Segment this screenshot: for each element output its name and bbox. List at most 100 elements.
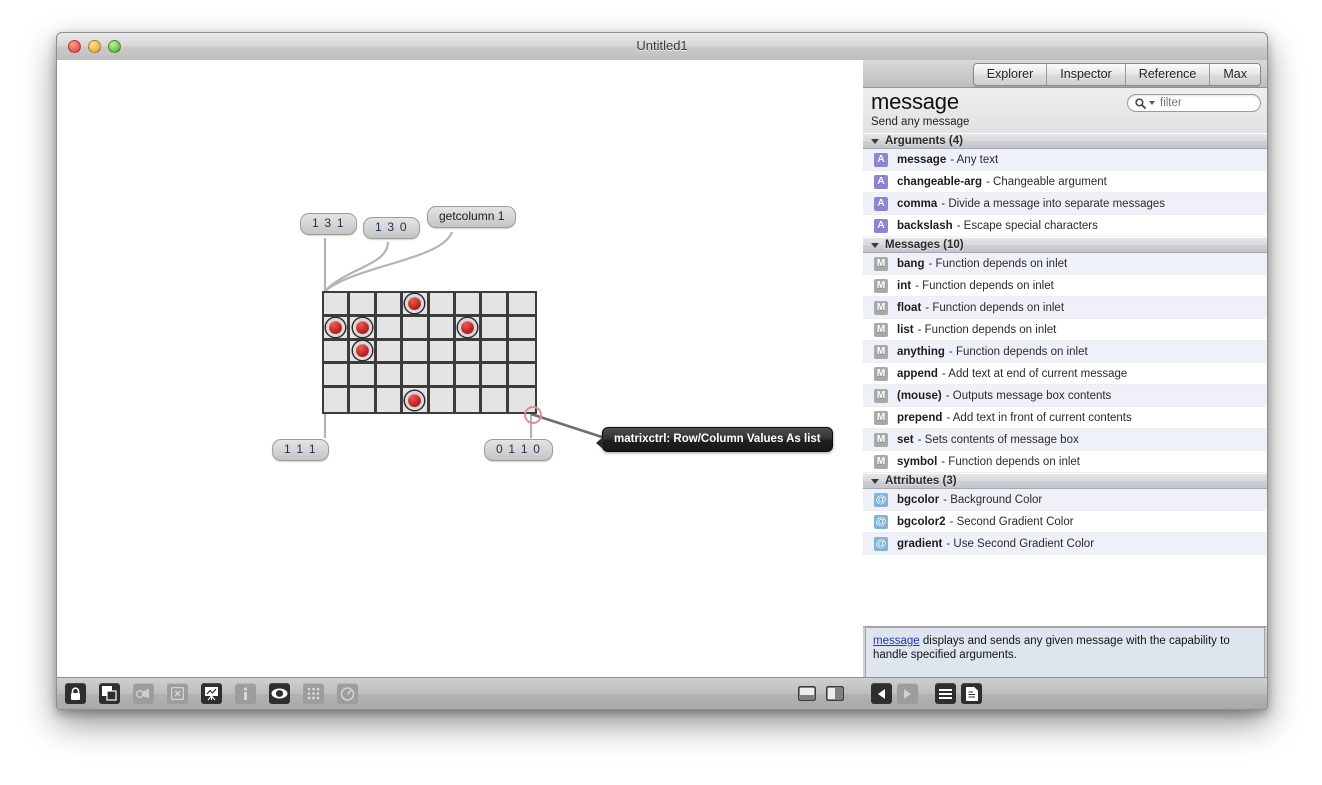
matrix-cell-1-0[interactable] (350, 293, 376, 317)
list-item[interactable]: @ bgcolor - Background Color (863, 489, 1267, 511)
gauge-icon[interactable] (337, 683, 358, 704)
debug-icon[interactable] (269, 683, 290, 704)
forward-button-icon[interactable] (897, 683, 918, 704)
list-item[interactable]: M anything - Function depends on inlet (863, 341, 1267, 363)
item-desc: - Changeable argument (986, 176, 1107, 188)
matrix-cell-5-4[interactable] (456, 388, 482, 412)
item-desc: - Function depends on inlet (941, 456, 1080, 468)
grid-snap-icon[interactable] (303, 683, 324, 704)
group-header-messages[interactable]: Messages (10) (863, 237, 1267, 253)
list-item[interactable]: M append - Add text at end of current me… (863, 363, 1267, 385)
list-item[interactable]: @ bgcolor2 - Second Gradient Color (863, 511, 1267, 533)
list-item[interactable]: M (mouse) - Outputs message box contents (863, 385, 1267, 407)
matrix-cell-7-3[interactable] (509, 364, 535, 388)
doc-view-icon[interactable] (961, 683, 982, 704)
matrix-cell-2-0[interactable] (377, 293, 403, 317)
tab-explorer[interactable]: Explorer (974, 64, 1048, 85)
list-item[interactable]: A message - Any text (863, 149, 1267, 171)
list-item[interactable]: M symbol - Function depends on inlet (863, 451, 1267, 473)
matrix-cell-0-1[interactable] (324, 317, 350, 341)
tab-reference[interactable]: Reference (1126, 64, 1211, 85)
bottom-pane-toggle-icon[interactable] (796, 683, 817, 704)
matrix-cell-1-4[interactable] (350, 388, 376, 412)
matrix-cell-6-0[interactable] (482, 293, 508, 317)
list-item[interactable]: M int - Function depends on inlet (863, 275, 1267, 297)
disclosure-triangle-icon[interactable] (871, 243, 879, 248)
list-item[interactable]: M bang - Function depends on inlet (863, 253, 1267, 275)
matrix-cell-3-2[interactable] (403, 341, 429, 365)
back-button-icon[interactable] (871, 683, 892, 704)
list-item[interactable]: M float - Function depends on inlet (863, 297, 1267, 319)
matrix-cell-3-0[interactable] (403, 293, 429, 317)
list-item[interactable]: @ gradient - Use Second Gradient Color (863, 533, 1267, 555)
matrix-cell-0-2[interactable] (324, 341, 350, 365)
group-header-attributes[interactable]: Attributes (3) (863, 473, 1267, 489)
matrix-cell-2-3[interactable] (377, 364, 403, 388)
matrix-cell-2-1[interactable] (377, 317, 403, 341)
outlet-highlight-ring[interactable] (524, 406, 542, 424)
msg-1-3-1[interactable]: 1 3 1 (300, 213, 357, 235)
disclosure-triangle-icon[interactable] (871, 479, 879, 484)
item-name: bgcolor (897, 494, 939, 506)
matrix-cell-6-4[interactable] (482, 388, 508, 412)
matrix-cell-7-1[interactable] (509, 317, 535, 341)
matrix-cell-1-3[interactable] (350, 364, 376, 388)
presentation-mode-icon[interactable] (99, 683, 120, 704)
matrix-cell-5-1[interactable] (456, 317, 482, 341)
matrix-cell-2-2[interactable] (377, 341, 403, 365)
matrix-cell-3-1[interactable] (403, 317, 429, 341)
inspector-icon[interactable] (201, 683, 222, 704)
matrix-cell-0-0[interactable] (324, 293, 350, 317)
msg-getcolumn-1[interactable]: getcolumn 1 (427, 206, 516, 228)
matrixctrl-object[interactable] (322, 291, 537, 414)
list-view-icon[interactable] (935, 683, 956, 704)
matrix-cell-1-1[interactable] (350, 317, 376, 341)
reference-list[interactable]: Arguments (4) A message - Any text A cha… (863, 133, 1267, 627)
side-pane-toggle-icon[interactable] (824, 683, 845, 704)
matrix-cell-4-4[interactable] (430, 388, 456, 412)
msg-0-1-1-0[interactable]: 0 1 1 0 (484, 439, 553, 461)
list-item[interactable]: M set - Sets contents of message box (863, 429, 1267, 451)
matrix-cell-5-2[interactable] (456, 341, 482, 365)
chevron-down-icon[interactable] (1149, 101, 1155, 105)
delete-icon[interactable] (167, 683, 188, 704)
matrix-cell-3-3[interactable] (403, 364, 429, 388)
matrix-cell-2-4[interactable] (377, 388, 403, 412)
matrix-cell-7-2[interactable] (509, 341, 535, 365)
list-item[interactable]: A backslash - Escape special characters (863, 215, 1267, 237)
list-item[interactable]: A changeable-arg - Changeable argument (863, 171, 1267, 193)
list-item[interactable]: A comma - Divide a message into separate… (863, 193, 1267, 215)
matrix-cell-5-0[interactable] (456, 293, 482, 317)
matrix-cell-6-3[interactable] (482, 364, 508, 388)
search-icon[interactable] (1135, 98, 1155, 109)
group-header-arguments[interactable]: Arguments (4) (863, 133, 1267, 149)
tab-inspector[interactable]: Inspector (1047, 64, 1125, 85)
matrixctrl-grid[interactable] (324, 293, 535, 412)
matrix-cell-7-0[interactable] (509, 293, 535, 317)
matrix-cell-4-1[interactable] (430, 317, 456, 341)
add-object-icon[interactable] (133, 683, 154, 704)
list-item[interactable]: M list - Function depends on inlet (863, 319, 1267, 341)
matrix-cell-3-4[interactable] (403, 388, 429, 412)
patcher-canvas[interactable]: 1 3 1 1 3 0 getcolumn 1 1 1 1 0 1 1 0 (57, 60, 863, 677)
matrix-cell-1-2[interactable] (350, 341, 376, 365)
sidebar-toolbar (863, 677, 1267, 710)
matrix-cell-6-1[interactable] (482, 317, 508, 341)
filter-search-box[interactable] (1127, 94, 1261, 112)
disclosure-triangle-icon[interactable] (871, 139, 879, 144)
msg-1-1-1[interactable]: 1 1 1 (272, 439, 329, 461)
list-item[interactable]: M prepend - Add text in front of current… (863, 407, 1267, 429)
info-icon[interactable] (235, 683, 256, 704)
filter-input[interactable] (1160, 97, 1250, 109)
matrix-cell-6-2[interactable] (482, 341, 508, 365)
matrix-cell-4-3[interactable] (430, 364, 456, 388)
matrix-cell-4-2[interactable] (430, 341, 456, 365)
matrix-cell-5-3[interactable] (456, 364, 482, 388)
msg-1-3-0[interactable]: 1 3 0 (363, 217, 420, 239)
matrix-cell-4-0[interactable] (430, 293, 456, 317)
tab-max[interactable]: Max (1210, 64, 1260, 85)
matrix-cell-0-4[interactable] (324, 388, 350, 412)
description-link[interactable]: message (873, 635, 920, 647)
matrix-cell-0-3[interactable] (324, 364, 350, 388)
lock-unlock-icon[interactable] (65, 683, 86, 704)
